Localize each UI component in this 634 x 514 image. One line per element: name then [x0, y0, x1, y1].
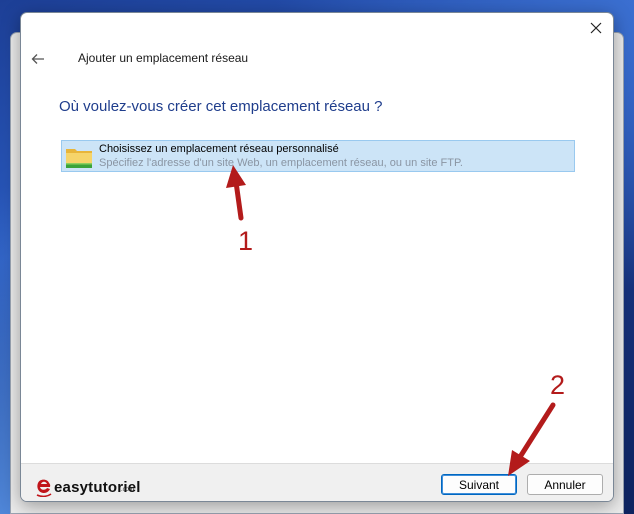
- add-network-location-dialog: Ajouter un emplacement réseau Où voulez-…: [20, 12, 614, 502]
- option-title: Choisissez un emplacement réseau personn…: [99, 143, 339, 155]
- cancel-button[interactable]: Annuler: [527, 474, 603, 495]
- close-button[interactable]: [585, 17, 607, 39]
- next-button[interactable]: Suivant: [441, 474, 517, 495]
- dialog-header: Ajouter un emplacement réseau: [21, 47, 613, 71]
- logo-suffix: .com: [121, 487, 135, 493]
- annotation-number-2: 2: [550, 370, 566, 400]
- back-button[interactable]: [27, 49, 49, 69]
- folder-network-icon: [66, 149, 92, 168]
- custom-network-location-option[interactable]: Choisissez un emplacement réseau personn…: [61, 140, 575, 172]
- option-description: Spécifiez l'adresse d'un site Web, un em…: [99, 157, 463, 169]
- dialog-footer: easytutoriel .com Suivant Annuler: [21, 463, 613, 501]
- logo-mark-icon: [36, 479, 52, 497]
- back-arrow-icon: [31, 54, 44, 64]
- page-question: Où voulez-vous créer cet emplacement rés…: [59, 98, 383, 115]
- dialog-title: Ajouter un emplacement réseau: [78, 51, 249, 65]
- close-icon: [590, 22, 602, 34]
- easytutoriel-logo: easytutoriel: [35, 473, 141, 497]
- annotation-number-1: 1: [238, 226, 254, 256]
